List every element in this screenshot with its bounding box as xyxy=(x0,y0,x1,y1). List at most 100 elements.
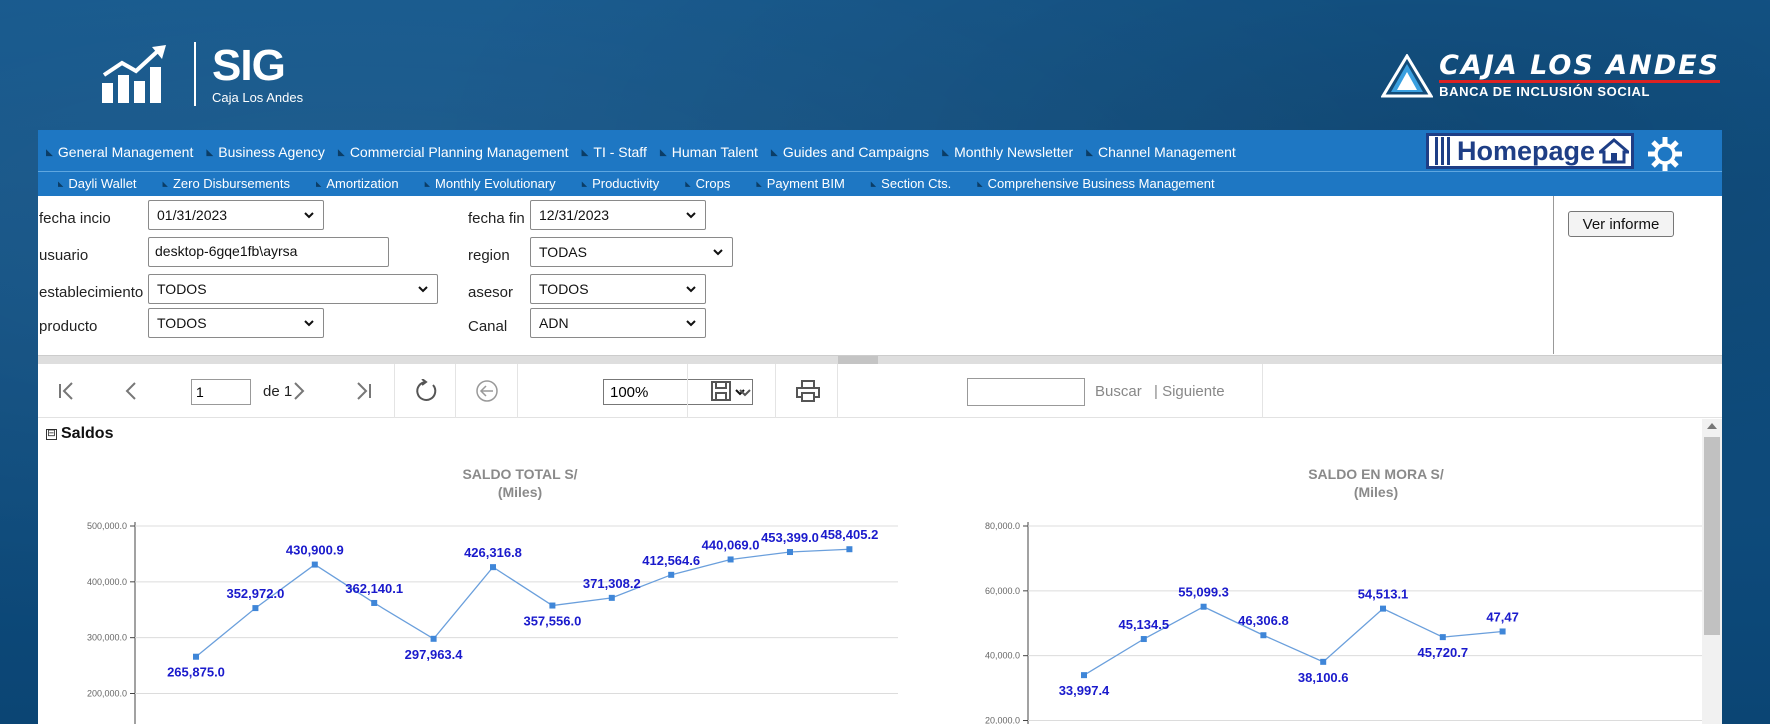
first-page-icon[interactable] xyxy=(56,380,78,402)
y-tick-label: 500,000.0 xyxy=(87,521,127,531)
primary-menu: ◣ General Management ◣ Business Agency ◣ Comm… xyxy=(38,130,1722,172)
secondary-menu-item[interactable]: ◣ Section Cts. xyxy=(871,176,951,191)
data-point xyxy=(727,556,734,563)
data-point xyxy=(1200,603,1207,610)
print-icon[interactable] xyxy=(795,379,821,403)
canal-select[interactable]: ADN xyxy=(530,308,706,338)
series-line xyxy=(195,548,850,658)
site-header: SIG Caja Los Andes CAJA LOS ANDES BANCA … xyxy=(0,0,1770,130)
region-label: region xyxy=(468,247,510,264)
sig-subtitle: Caja Los Andes xyxy=(212,89,304,105)
producto-select[interactable]: TODOS xyxy=(148,308,324,338)
next-page-icon[interactable] xyxy=(288,380,310,402)
secondary-menu-item[interactable]: ◣ Monthly Evolutionary xyxy=(425,176,556,191)
zoom-value: 100% xyxy=(610,383,649,401)
primary-menu-item[interactable]: ◣ General Management xyxy=(46,144,193,160)
data-label: 453,399.0 xyxy=(761,530,819,545)
primary-menu-label: Channel Management xyxy=(1098,144,1236,160)
menu-arrow-icon: ◣ xyxy=(942,146,950,157)
primary-menu-label: Guides and Campaigns xyxy=(782,144,930,160)
primary-menu-label: Business Agency xyxy=(218,144,325,160)
back-icon[interactable] xyxy=(475,379,499,403)
producto-label: producto xyxy=(39,318,98,335)
primary-menu-item[interactable]: ◣ Monthly Newsletter xyxy=(942,144,1073,160)
data-label: 458,405.2 xyxy=(820,527,878,542)
vertical-scrollbar[interactable] xyxy=(1702,419,1722,724)
primary-menu-item[interactable]: ◣ Business Agency xyxy=(206,144,325,160)
y-tick-label: 20,000.0 xyxy=(985,716,1020,724)
secondary-menu-item[interactable]: ◣ Dayli Wallet xyxy=(58,176,137,191)
previous-page-icon[interactable] xyxy=(120,380,142,402)
asesor-select[interactable]: TODOS xyxy=(530,274,706,304)
andes-triangle-icon xyxy=(1381,53,1434,97)
secondary-menu-item[interactable]: ◣ Productivity xyxy=(582,176,660,191)
secondary-menu-item[interactable]: ◣ Crops xyxy=(685,176,730,191)
params-splitter[interactable] xyxy=(38,356,1722,364)
establecimiento-value: TODOS xyxy=(157,281,207,297)
data-point xyxy=(1499,628,1506,635)
find-input[interactable] xyxy=(967,378,1085,406)
find-button[interactable]: Buscar xyxy=(1095,383,1142,400)
fecha-fin-select[interactable]: 12/31/2023 xyxy=(530,200,706,230)
secondary-menu-item[interactable]: ◣ Comprehensive Business Management xyxy=(977,176,1214,191)
fecha-fin-value: 12/31/2023 xyxy=(539,207,610,223)
data-label: 412,564.6 xyxy=(642,553,700,568)
report-parameters: fecha incio 01/31/2023 fecha fin 12/31/2… xyxy=(38,196,1722,356)
chart-title: SALDO TOTAL S/ xyxy=(462,466,577,482)
primary-menu-item[interactable]: ◣ Channel Management xyxy=(1086,144,1236,160)
chevron-down-icon[interactable] xyxy=(738,388,752,398)
primary-menu-item[interactable]: ◣ Human Talent xyxy=(660,144,758,160)
homepage-button[interactable]: Homepage xyxy=(1426,133,1634,169)
sig-logo[interactable]: SIG Caja Los Andes xyxy=(100,42,303,106)
secondary-menu-item[interactable]: ◣ Zero Disbursements xyxy=(163,176,290,191)
primary-menu-item[interactable]: ◣ TI - Staff xyxy=(581,144,646,160)
data-label: 46,306.8 xyxy=(1238,613,1289,628)
primary-menu-item[interactable]: ◣ Guides and Campaigns xyxy=(771,144,929,160)
data-point xyxy=(1081,672,1087,679)
homepage-label: Homepage xyxy=(1457,135,1596,166)
region-value: TODAS xyxy=(539,244,587,260)
menu-arrow-icon: ◣ xyxy=(977,180,983,188)
refresh-icon[interactable] xyxy=(414,379,438,403)
usuario-field[interactable]: desktop-6gqe1fb\ayrsa xyxy=(148,237,389,267)
save-export-icon[interactable] xyxy=(710,380,732,402)
home-icon xyxy=(1599,138,1630,164)
find-next-button[interactable]: | Siguiente xyxy=(1154,383,1225,400)
y-tick-label: 60,000.0 xyxy=(985,586,1020,596)
data-label: 55,099.3 xyxy=(1178,585,1229,600)
collapse-params-handle[interactable] xyxy=(838,356,878,364)
data-label: 357,556.0 xyxy=(523,614,581,629)
fecha-inicio-select[interactable]: 01/31/2023 xyxy=(148,200,324,230)
establecimiento-label: establecimiento xyxy=(39,284,144,301)
data-label: 430,900.9 xyxy=(286,543,344,558)
data-label: 426,316.8 xyxy=(464,545,522,560)
region-select[interactable]: TODAS xyxy=(530,237,733,267)
page-number-input[interactable] xyxy=(191,379,251,405)
toolbar-divider xyxy=(1262,364,1263,418)
secondary-menu-item[interactable]: ◣ Amortization xyxy=(316,176,399,191)
params-divider xyxy=(1553,196,1554,354)
scrollbar-thumb[interactable] xyxy=(1704,437,1720,635)
data-point xyxy=(430,635,437,642)
toolbar-divider xyxy=(837,364,838,418)
data-point xyxy=(1380,605,1386,612)
saldo-total-chart: SALDO TOTAL S/ (Miles) 500,000.0 400,000.0 3… xyxy=(87,466,898,724)
primary-menu-item[interactable]: ◣ Commercial Planning Management xyxy=(338,144,569,160)
chevron-down-icon xyxy=(686,286,696,293)
secondary-menu-label: Section Cts. xyxy=(881,176,952,191)
last-page-icon[interactable] xyxy=(352,380,374,402)
settings-gear-icon[interactable] xyxy=(1646,135,1684,173)
y-tick-label: 300,000.0 xyxy=(87,633,127,643)
scroll-up-icon[interactable] xyxy=(1707,423,1717,429)
chevron-down-icon xyxy=(686,212,696,219)
data-point xyxy=(1320,658,1327,665)
ver-informe-button[interactable]: Ver informe xyxy=(1568,211,1674,237)
menu-arrow-icon: ◣ xyxy=(46,146,53,157)
data-label: 362,140.1 xyxy=(345,581,403,596)
secondary-menu-item[interactable]: ◣ Payment BIM xyxy=(756,176,844,191)
homepage-bars-icon xyxy=(1435,137,1453,165)
establecimiento-select[interactable]: TODOS xyxy=(148,274,438,304)
chevron-down-icon xyxy=(304,320,314,327)
asesor-label: asesor xyxy=(468,284,514,301)
secondary-menu-label: Monthly Evolutionary xyxy=(435,176,556,191)
